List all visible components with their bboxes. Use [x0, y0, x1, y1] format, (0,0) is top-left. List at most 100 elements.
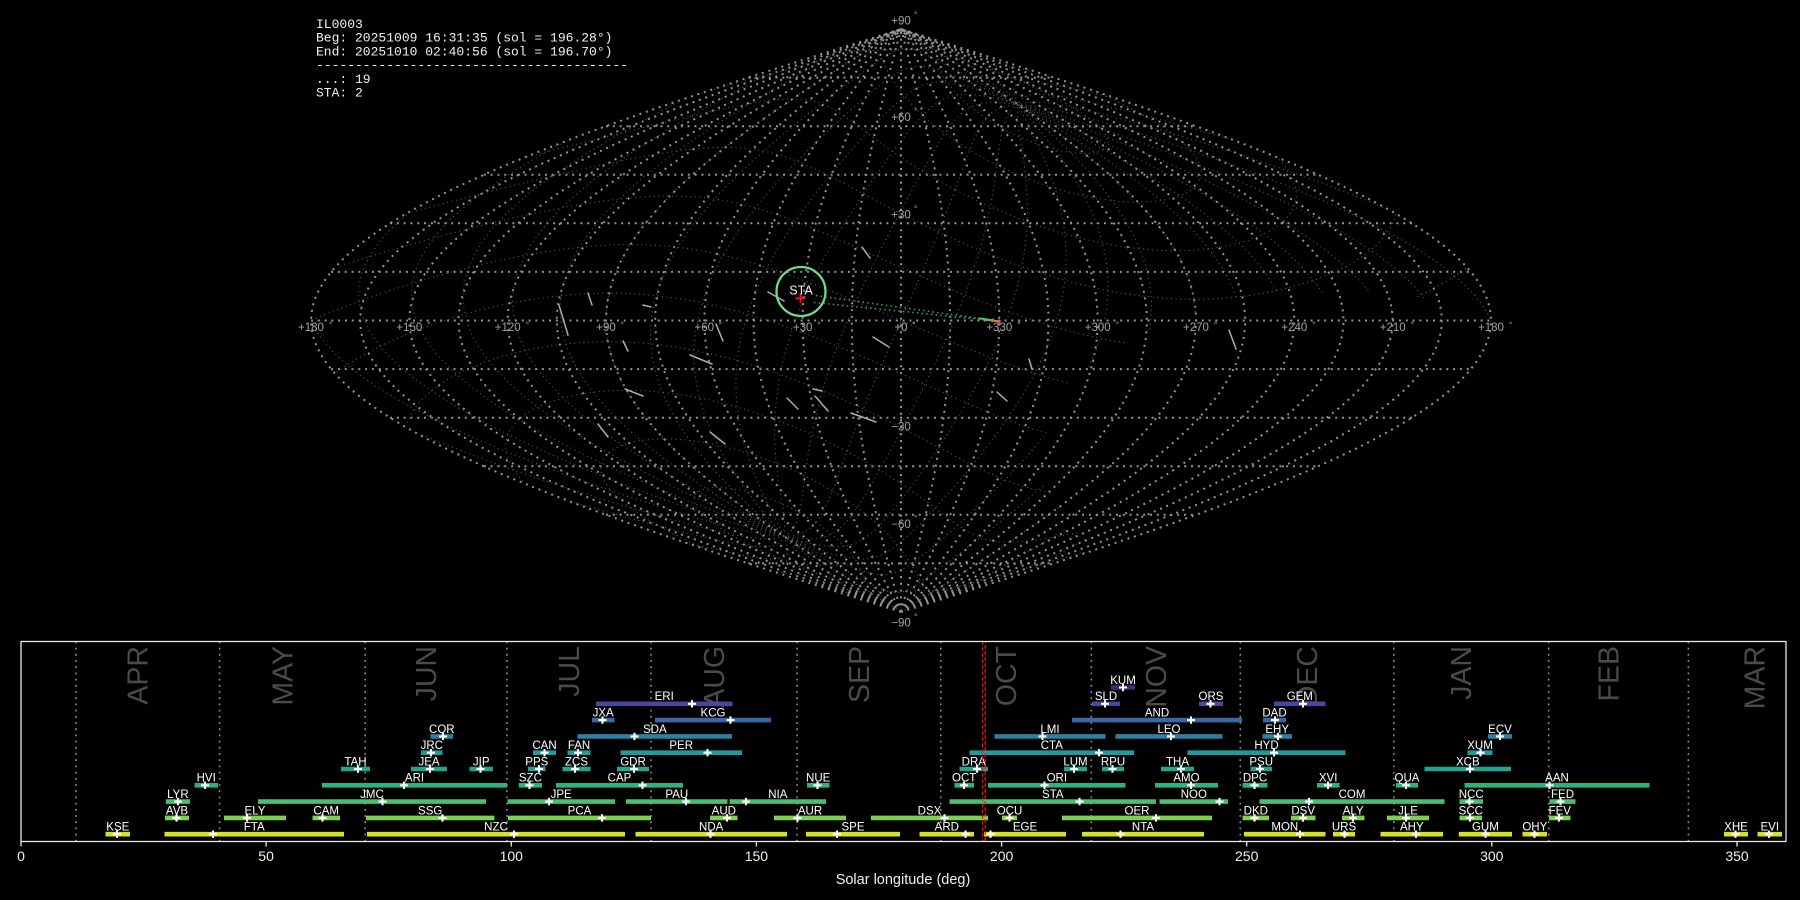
- svg-text:AND: AND: [1145, 708, 1169, 720]
- svg-text:JAN: JAN: [1446, 646, 1478, 700]
- svg-text:HVI: HVI: [197, 773, 216, 785]
- svg-text:JEA: JEA: [418, 756, 439, 768]
- svg-text:ORI: ORI: [1047, 773, 1067, 785]
- svg-text:GDR: GDR: [620, 756, 646, 768]
- svg-text:PCA: PCA: [568, 805, 592, 817]
- svg-text:MON: MON: [1271, 822, 1298, 834]
- svg-text:OHY: OHY: [1522, 822, 1547, 834]
- svg-text:+150: +150: [396, 322, 422, 334]
- svg-text:+30: +30: [793, 322, 813, 334]
- svg-text:MAR: MAR: [1740, 646, 1772, 709]
- svg-text:SPE: SPE: [841, 822, 864, 834]
- svg-text:AMO: AMO: [1173, 773, 1199, 785]
- svg-text:QUA: QUA: [1395, 773, 1420, 785]
- svg-text:°: °: [914, 10, 917, 20]
- svg-text:GEM: GEM: [1287, 691, 1313, 703]
- svg-text:ERI: ERI: [655, 691, 674, 703]
- svg-text:−30: −30: [891, 422, 911, 434]
- svg-text:XCB: XCB: [1456, 756, 1480, 768]
- svg-text:LYR: LYR: [167, 789, 189, 801]
- svg-text:NIA: NIA: [768, 789, 788, 801]
- svg-text:ARD: ARD: [935, 822, 959, 834]
- svg-text:LUM: LUM: [1063, 756, 1087, 768]
- svg-text:OCU: OCU: [997, 805, 1023, 817]
- svg-text:DAD: DAD: [1262, 708, 1286, 720]
- svg-text:NOO: NOO: [1181, 789, 1207, 801]
- svg-text:+210: +210: [1380, 322, 1406, 334]
- svg-text:FEV: FEV: [1549, 805, 1572, 817]
- svg-text:JXA: JXA: [593, 708, 614, 720]
- svg-text:SZC: SZC: [519, 773, 542, 785]
- svg-text:+330: +330: [986, 322, 1012, 334]
- svg-text:MAY: MAY: [267, 646, 299, 706]
- svg-text:JUN: JUN: [411, 646, 443, 701]
- svg-text:°: °: [329, 320, 332, 330]
- svg-text:+180: +180: [1478, 322, 1504, 334]
- svg-text:°: °: [914, 513, 917, 523]
- svg-text:NZC: NZC: [484, 822, 508, 834]
- svg-text:°: °: [912, 320, 915, 330]
- svg-text:+30: +30: [891, 209, 911, 221]
- svg-text:CAM: CAM: [313, 805, 339, 817]
- svg-text:KSE: KSE: [106, 822, 129, 834]
- svg-text:PER: PER: [669, 740, 693, 752]
- svg-text:ARI: ARI: [405, 773, 424, 785]
- svg-text:DSV: DSV: [1291, 805, 1315, 817]
- svg-text:APR: APR: [123, 646, 155, 705]
- svg-text:STA: 2: STA: 2: [316, 86, 363, 101]
- svg-text:°: °: [817, 320, 820, 330]
- svg-text:+60: +60: [891, 112, 911, 124]
- svg-text:HYD: HYD: [1254, 740, 1278, 752]
- svg-text:°: °: [914, 612, 917, 622]
- svg-text:ORS: ORS: [1199, 691, 1224, 703]
- svg-text:OCT: OCT: [952, 773, 976, 785]
- svg-text:AAN: AAN: [1545, 773, 1569, 785]
- svg-text:EHY: EHY: [1265, 724, 1289, 736]
- svg-text:NDA: NDA: [699, 822, 724, 834]
- svg-text:FTA: FTA: [244, 822, 265, 834]
- svg-text:PPS: PPS: [525, 756, 548, 768]
- svg-text:STA: STA: [789, 284, 813, 298]
- svg-text:ELY: ELY: [245, 805, 266, 817]
- svg-text:OER: OER: [1125, 805, 1150, 817]
- svg-text:SEP: SEP: [844, 646, 876, 703]
- svg-text:AUG: AUG: [699, 646, 731, 708]
- svg-text:+120: +120: [495, 322, 521, 334]
- svg-text:300: 300: [1480, 848, 1504, 864]
- svg-text:100: 100: [500, 848, 524, 864]
- svg-text:AHY: AHY: [1400, 822, 1424, 834]
- svg-text:FAN: FAN: [568, 740, 590, 752]
- svg-text:+240: +240: [1281, 322, 1307, 334]
- svg-text:DSX: DSX: [918, 805, 942, 817]
- svg-text:−90: −90: [891, 618, 911, 630]
- svg-text:°: °: [1509, 320, 1512, 330]
- svg-text:THA: THA: [1166, 756, 1189, 768]
- svg-text:0: 0: [17, 848, 25, 864]
- svg-text:JLE: JLE: [1398, 805, 1418, 817]
- svg-text:°: °: [719, 320, 722, 330]
- svg-text:SDA: SDA: [643, 724, 667, 736]
- svg-text:°: °: [620, 320, 623, 330]
- svg-text:NTA: NTA: [1132, 822, 1154, 834]
- svg-text:ECV: ECV: [1488, 724, 1512, 736]
- svg-text:°: °: [1116, 320, 1119, 330]
- svg-text:STA: STA: [1042, 789, 1064, 801]
- svg-text:+0: +0: [894, 322, 907, 334]
- svg-text:°: °: [1017, 320, 1020, 330]
- svg-text:250: 250: [1235, 848, 1259, 864]
- svg-text:350: 350: [1725, 848, 1749, 864]
- svg-text:AUR: AUR: [798, 805, 822, 817]
- svg-text:JRC: JRC: [421, 740, 443, 752]
- svg-text:AUD: AUD: [712, 805, 736, 817]
- svg-text:KCG: KCG: [701, 708, 726, 720]
- svg-text:COM: COM: [1339, 789, 1366, 801]
- svg-text:FEB: FEB: [1594, 646, 1626, 701]
- svg-text:°: °: [1312, 320, 1315, 330]
- svg-text:CAP: CAP: [608, 773, 632, 785]
- svg-text:TAH: TAH: [344, 756, 366, 768]
- svg-text:KUM: KUM: [1110, 675, 1136, 687]
- svg-text:50: 50: [258, 848, 274, 864]
- svg-text:JUL: JUL: [554, 646, 586, 697]
- svg-text:NCC: NCC: [1459, 789, 1484, 801]
- svg-text:°: °: [914, 416, 917, 426]
